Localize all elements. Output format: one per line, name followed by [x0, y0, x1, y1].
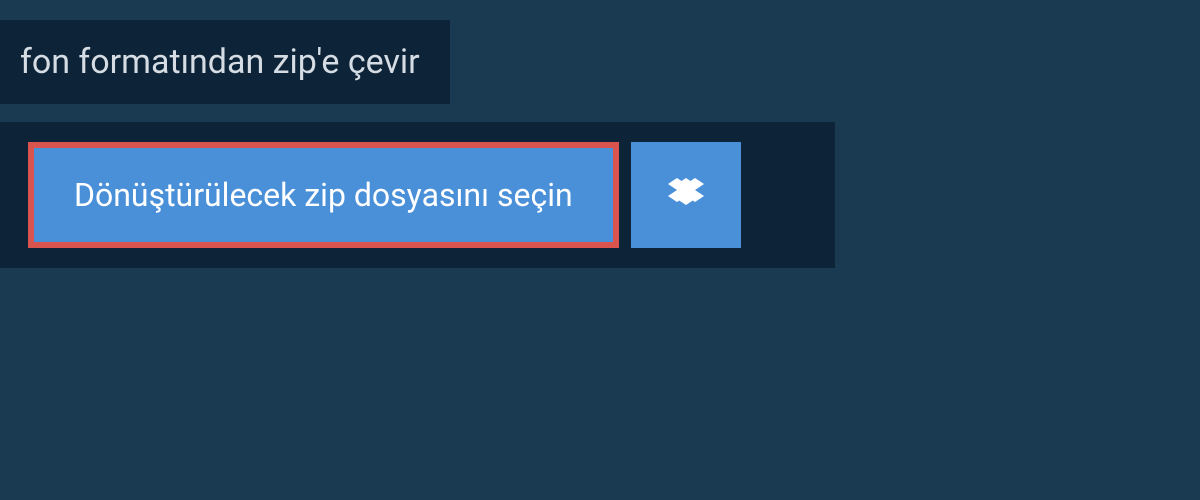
header-tab: fon formatından zip'e çevir	[0, 20, 450, 104]
page-title: fon formatından zip'e çevir	[20, 42, 420, 82]
button-row: Dönüştürülecek zip dosyasını seçin	[28, 142, 807, 248]
dropbox-icon	[668, 175, 704, 215]
main-panel: Dönüştürülecek zip dosyasını seçin	[0, 122, 835, 268]
select-file-label: Dönüştürülecek zip dosyasını seçin	[74, 176, 573, 214]
select-file-button[interactable]: Dönüştürülecek zip dosyasını seçin	[28, 142, 619, 248]
dropbox-button[interactable]	[631, 142, 741, 248]
